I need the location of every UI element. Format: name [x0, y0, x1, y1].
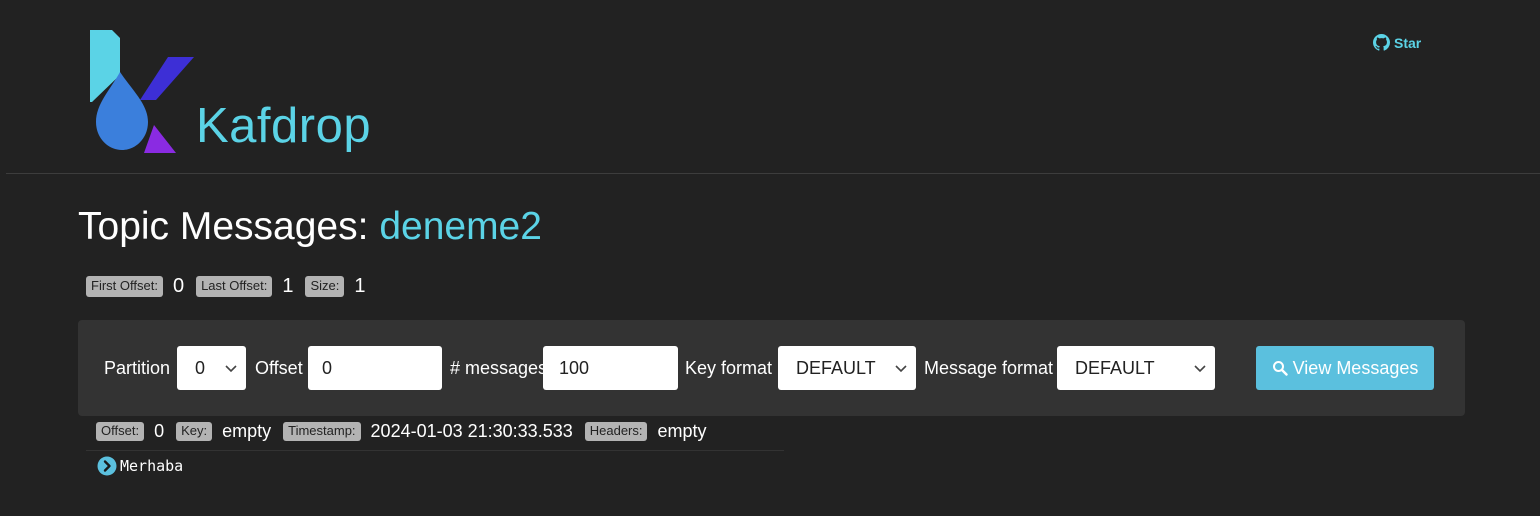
message-format-value: DEFAULT — [1075, 357, 1155, 378]
app-name: Kafdrop — [196, 99, 372, 153]
chevron-down-icon — [225, 365, 237, 373]
message-body: Merhaba — [97, 456, 183, 476]
view-messages-label: View Messages — [1292, 357, 1419, 378]
offset-input-value: 0 — [322, 357, 333, 378]
filter-row: Partition 0 Offset 0 # messages 100 Key … — [78, 346, 1465, 390]
view-messages-button[interactable]: View Messages — [1256, 346, 1434, 390]
header: Kafdrop Star — [6, 0, 1540, 174]
offset-label: Offset — [255, 358, 303, 378]
key-format-value: DEFAULT — [796, 357, 876, 378]
key-badge: Key: — [176, 422, 213, 441]
kafdrop-logo-icon — [90, 30, 194, 153]
first-offset-value: 0 — [172, 275, 185, 297]
star-label: Star — [1394, 34, 1422, 51]
messages-count-value: 100 — [559, 357, 590, 378]
partition-label: Partition — [104, 358, 171, 378]
key-format-select[interactable]: DEFAULT — [778, 346, 916, 390]
topic-stats: First Offset: 0 Last Offset: 1 Size: 1 — [86, 275, 371, 298]
chevron-down-icon — [895, 365, 907, 373]
message-offset: 0 — [154, 421, 165, 441]
chevron-down-icon — [1194, 365, 1206, 373]
logo[interactable]: Kafdrop — [84, 30, 384, 160]
page-title: Topic Messages: deneme2 — [78, 205, 542, 249]
size-badge: Size: — [305, 276, 345, 297]
chevron-right-circle-icon[interactable] — [97, 456, 117, 476]
github-icon — [1373, 34, 1390, 51]
last-offset-value: 1 — [282, 275, 294, 297]
partition-value: 0 — [195, 357, 206, 378]
offset-input[interactable]: 0 — [308, 346, 442, 390]
message-content: Merhaba — [120, 457, 184, 475]
headers-badge: Headers: — [584, 422, 648, 441]
messages-count-input[interactable]: 100 — [543, 346, 678, 390]
message-timestamp: 2024-01-03 21:30:33.533 — [370, 421, 573, 441]
message-filter-form: Partition 0 Offset 0 # messages 100 Key … — [78, 320, 1465, 416]
topic-name: deneme2 — [379, 205, 542, 248]
message-format-select[interactable]: DEFAULT — [1057, 346, 1215, 390]
message-divider — [86, 450, 784, 451]
github-star-button[interactable]: Star — [1373, 34, 1421, 51]
page: Kafdrop Star Topic Messages: deneme2 Fir… — [0, 0, 1540, 516]
message-format-label: Message format — [924, 358, 1054, 378]
first-offset-badge: First Offset: — [86, 276, 163, 297]
offset-badge: Offset: — [96, 422, 145, 441]
messages-count-label: # messages — [450, 358, 548, 378]
search-icon — [1272, 361, 1288, 376]
timestamp-badge: Timestamp: — [283, 422, 361, 441]
message-headers: empty — [657, 421, 707, 441]
message-key: empty — [222, 421, 272, 441]
size-value: 1 — [354, 275, 366, 297]
partition-select[interactable]: 0 — [177, 346, 246, 390]
last-offset-badge: Last Offset: — [196, 276, 273, 297]
key-format-label: Key format — [685, 358, 773, 378]
title-prefix: Topic Messages: — [78, 205, 369, 248]
message-metadata: Offset: 0 Key: empty Timestamp: 2024-01-… — [96, 421, 713, 442]
